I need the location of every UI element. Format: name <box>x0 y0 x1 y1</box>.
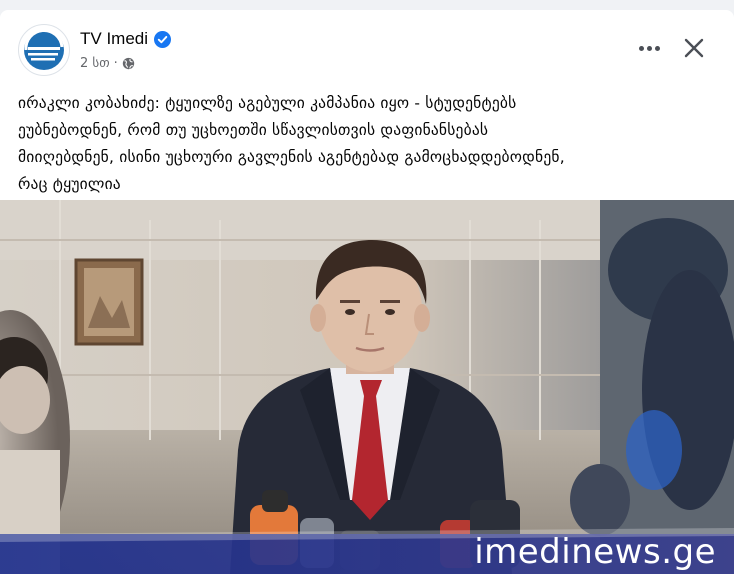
close-icon <box>684 38 704 58</box>
post-header: TV Imedi 2 სთ · <box>0 10 734 82</box>
meta-separator: · <box>113 56 118 71</box>
post-card: TV Imedi 2 სთ · ირაკლი კობახიძე: ტყუილზე… <box>0 10 734 574</box>
imedi-logo-icon <box>24 28 64 70</box>
globe-icon[interactable] <box>122 57 135 70</box>
post-meta: 2 სთ · <box>80 56 135 71</box>
more-options-icon <box>638 45 644 51</box>
post-text: ირაკლი კობახიძე: ტყუილზე აგებული კამპანი… <box>18 94 565 193</box>
post-image[interactable]: imedinews.ge <box>0 200 734 574</box>
press-conference-photo <box>0 200 734 574</box>
verified-badge-icon <box>154 30 172 48</box>
more-options-button[interactable] <box>632 34 666 62</box>
post-time[interactable]: 2 სთ <box>80 56 110 71</box>
page-name[interactable]: TV Imedi <box>80 29 148 49</box>
close-button[interactable] <box>676 30 712 66</box>
page-name-row: TV Imedi <box>80 29 172 49</box>
image-watermark: imedinews.ge <box>474 532 716 572</box>
page-avatar[interactable] <box>18 24 70 76</box>
